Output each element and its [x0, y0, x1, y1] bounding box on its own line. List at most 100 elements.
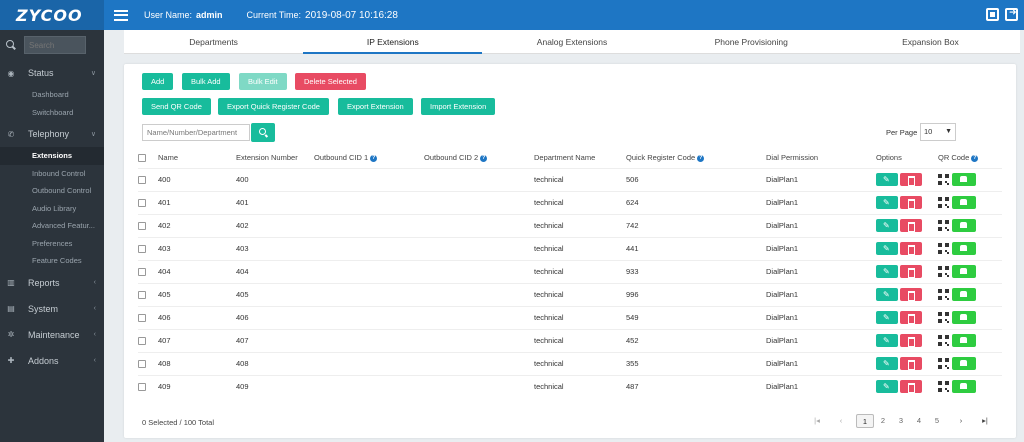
logout-icon[interactable]: [1005, 7, 1018, 21]
page-1-button[interactable]: 1: [856, 414, 874, 428]
sidebar-section-addons[interactable]: ✚ Addons ‹: [0, 348, 104, 374]
trash-icon[interactable]: [900, 334, 922, 347]
import-extension-button[interactable]: Import Extension: [421, 98, 496, 115]
trash-icon[interactable]: [900, 357, 922, 370]
qr-code-icon[interactable]: [938, 358, 949, 369]
qr-code-icon[interactable]: [938, 266, 949, 277]
column-header-quick-register-code[interactable]: Quick Register Code?: [626, 148, 766, 168]
qr-code-icon[interactable]: [938, 197, 949, 208]
row-checkbox[interactable]: [138, 337, 146, 345]
column-header-department-name[interactable]: Department Name: [534, 148, 626, 168]
column-header-dial-permission[interactable]: Dial Permission: [766, 148, 876, 168]
send-mail-icon[interactable]: [952, 357, 976, 370]
edit-icon[interactable]: [876, 219, 898, 232]
sidebar-item-outbound-control[interactable]: Outbound Control: [0, 182, 104, 200]
sidebar-item-advanced-features[interactable]: Advanced Featur...: [0, 217, 104, 235]
trash-icon[interactable]: [900, 173, 922, 186]
sidebar-item-feature-codes[interactable]: Feature Codes: [0, 252, 104, 270]
trash-icon[interactable]: [900, 380, 922, 394]
qr-code-icon[interactable]: [938, 174, 949, 185]
edit-icon[interactable]: [876, 173, 898, 186]
sidebar-section-system[interactable]: ▤ System ‹: [0, 296, 104, 322]
sidebar-section-status[interactable]: ◉ Status ∨: [0, 60, 104, 86]
per-page-select[interactable]: 10: [920, 123, 956, 141]
edit-icon[interactable]: [876, 265, 898, 278]
page-2-button[interactable]: 2: [874, 414, 892, 428]
edit-icon[interactable]: [876, 334, 898, 347]
sidebar-section-telephony[interactable]: ✆ Telephony ∨: [0, 121, 104, 147]
send-mail-icon[interactable]: [952, 288, 976, 301]
trash-icon[interactable]: [900, 219, 922, 232]
qr-code-icon[interactable]: [938, 220, 949, 231]
row-checkbox[interactable]: [138, 360, 146, 368]
send-mail-icon[interactable]: [952, 173, 976, 186]
qr-code-icon[interactable]: [938, 243, 949, 254]
send-mail-icon[interactable]: [952, 334, 976, 347]
first-page-icon[interactable]: |◂: [808, 414, 826, 428]
send-mail-icon[interactable]: [952, 265, 976, 278]
send-mail-icon[interactable]: [952, 196, 976, 209]
tab-departments[interactable]: Departments: [124, 30, 303, 53]
row-checkbox[interactable]: [138, 268, 146, 276]
edit-icon[interactable]: [876, 196, 898, 209]
select-all-checkbox[interactable]: [138, 154, 146, 163]
qr-code-icon[interactable]: [938, 312, 949, 323]
sidebar-search-input[interactable]: [24, 36, 86, 54]
menu-toggle-icon[interactable]: [114, 9, 128, 21]
qr-code-icon[interactable]: [938, 289, 949, 300]
qr-code-icon[interactable]: [938, 381, 949, 393]
bulk-edit-button[interactable]: Bulk Edit: [239, 73, 287, 90]
send-mail-icon[interactable]: [952, 311, 976, 324]
edit-icon[interactable]: [876, 357, 898, 370]
edit-icon[interactable]: [876, 242, 898, 255]
trash-icon[interactable]: [900, 311, 922, 324]
page-4-button[interactable]: 4: [910, 414, 928, 428]
send-mail-icon[interactable]: [952, 242, 976, 255]
trash-icon[interactable]: [900, 288, 922, 301]
qr-code-icon[interactable]: [938, 335, 949, 346]
fullscreen-icon[interactable]: [986, 8, 999, 21]
sidebar-item-dashboard[interactable]: Dashboard: [0, 86, 104, 104]
row-checkbox[interactable]: [138, 245, 146, 253]
filter-search-input[interactable]: Name/Number/Department: [142, 124, 250, 141]
edit-icon[interactable]: [876, 311, 898, 324]
trash-icon[interactable]: [900, 242, 922, 255]
sidebar-section-maintenance[interactable]: ✲ Maintenance ‹: [0, 322, 104, 348]
sidebar-item-inbound-control[interactable]: Inbound Control: [0, 165, 104, 183]
add-button[interactable]: Add: [142, 73, 174, 90]
next-page-icon[interactable]: ›: [952, 414, 970, 428]
row-checkbox[interactable]: [138, 291, 146, 299]
page-3-button[interactable]: 3: [892, 414, 910, 428]
bulk-add-button[interactable]: Bulk Add: [182, 73, 230, 90]
edit-icon[interactable]: [876, 380, 898, 394]
row-checkbox[interactable]: [138, 222, 146, 230]
sidebar-item-extensions[interactable]: Extensions: [0, 147, 104, 165]
column-header-outbound-cid-2[interactable]: Outbound CID 2?: [424, 148, 534, 168]
sidebar-item-switchboard[interactable]: Switchboard: [0, 104, 104, 122]
send-mail-icon[interactable]: [952, 219, 976, 232]
column-header-outbound-cid-1[interactable]: Outbound CID 1?: [314, 148, 424, 168]
send-qr-code-button[interactable]: Send QR Code: [142, 98, 211, 115]
column-header-extension-number[interactable]: Extension Number: [236, 148, 314, 168]
tab-expansion-box[interactable]: Expansion Box: [841, 30, 1020, 53]
export-quick-register-code-button[interactable]: Export Quick Register Code: [218, 98, 329, 115]
column-header-name[interactable]: Name: [158, 148, 236, 168]
delete-selected-button[interactable]: Delete Selected: [295, 73, 366, 90]
edit-icon[interactable]: [876, 288, 898, 301]
row-checkbox[interactable]: [138, 314, 146, 322]
prev-page-icon[interactable]: ‹: [832, 414, 850, 428]
tab-analog-extensions[interactable]: Analog Extensions: [482, 30, 661, 53]
row-checkbox[interactable]: [138, 199, 146, 207]
export-extension-button[interactable]: Export Extension: [338, 98, 413, 115]
trash-icon[interactable]: [900, 265, 922, 278]
sidebar-item-preferences[interactable]: Preferences: [0, 235, 104, 253]
row-checkbox[interactable]: [138, 176, 146, 184]
send-mail-icon[interactable]: [952, 380, 976, 394]
row-checkbox[interactable]: [138, 383, 146, 392]
page-5-button[interactable]: 5: [928, 414, 946, 428]
tab-ip-extensions[interactable]: IP Extensions: [303, 30, 483, 54]
sidebar-section-reports[interactable]: ▥ Reports ‹: [0, 270, 104, 296]
search-icon[interactable]: [251, 123, 275, 142]
tab-phone-provisioning[interactable]: Phone Provisioning: [662, 30, 841, 53]
sidebar-item-audio-library[interactable]: Audio Library: [0, 200, 104, 218]
